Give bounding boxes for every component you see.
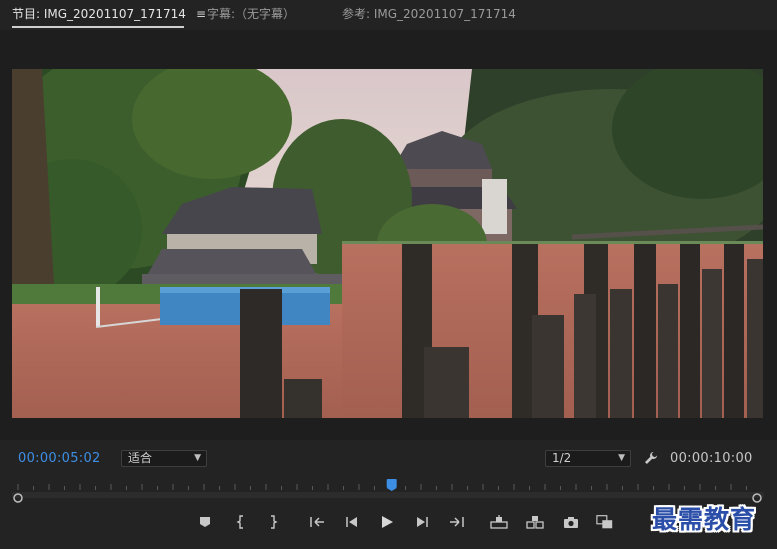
lift-icon (490, 515, 508, 529)
play-button[interactable] (378, 513, 396, 531)
chevron-down-icon: ▼ (618, 453, 625, 463)
step-forward-button[interactable] (413, 513, 431, 531)
scrub-bar[interactable] (12, 492, 764, 498)
go-to-out-button[interactable] (448, 513, 466, 531)
step-back-icon (346, 517, 357, 527)
add-marker-button[interactable] (196, 513, 214, 531)
mark-in-button[interactable] (232, 513, 250, 531)
extract-button[interactable] (526, 513, 544, 531)
video-frame-image (12, 69, 763, 418)
play-icon (382, 516, 393, 528)
tab-captions[interactable]: 字幕:（无字幕） (207, 6, 295, 28)
export-frame-button[interactable] (562, 513, 580, 531)
go-to-out-icon (450, 517, 464, 527)
step-forward-icon (417, 517, 428, 527)
add-marker-icon (200, 517, 210, 527)
lift-button[interactable] (490, 513, 508, 531)
tab-bar: 节目: IMG_20201107_171714 ≡ 字幕:（无字幕） 参考: IM… (0, 0, 777, 30)
hamburger-icon[interactable]: ≡ (196, 6, 206, 22)
comparison-view-button[interactable] (596, 513, 614, 531)
video-frame (12, 69, 763, 418)
tab-program-label: 节目: IMG_20201107_171714 (12, 7, 186, 21)
tab-reference-label: 参考: IMG_20201107_171714 (342, 7, 516, 21)
go-to-in-button[interactable] (308, 513, 326, 531)
zoom-level-value: 适合 (128, 451, 153, 465)
tab-program-monitor[interactable]: 节目: IMG_20201107_171714 ≡ (12, 6, 206, 28)
mark-out-button[interactable] (264, 513, 282, 531)
current-timecode[interactable]: 00:00:05:02 (18, 451, 101, 466)
camera-icon (564, 516, 578, 528)
chevron-down-icon: ▼ (194, 453, 201, 463)
playback-resolution-select[interactable]: 1/2 ▼ (545, 450, 631, 467)
playback-resolution-value: 1/2 (552, 451, 572, 465)
go-to-in-icon (310, 517, 324, 527)
tab-captions-label: 字幕:（无字幕） (207, 7, 296, 21)
ruler-ticks (17, 484, 747, 490)
mark-out-icon (271, 515, 278, 529)
comparison-view-icon (596, 515, 613, 529)
watermark-logo: 最需教育 (652, 505, 757, 534)
mark-in-icon (236, 515, 243, 529)
duration-timecode: 00:00:10:00 (670, 451, 753, 466)
wrench-icon[interactable] (644, 451, 658, 465)
step-back-button[interactable] (343, 513, 361, 531)
zoom-level-select[interactable]: 适合 ▼ (121, 450, 207, 467)
extract-icon (526, 516, 544, 529)
transport-controls (190, 513, 630, 533)
playhead[interactable] (386, 479, 397, 491)
tab-reference-monitor[interactable]: 参考: IMG_20201107_171714 (342, 6, 516, 28)
